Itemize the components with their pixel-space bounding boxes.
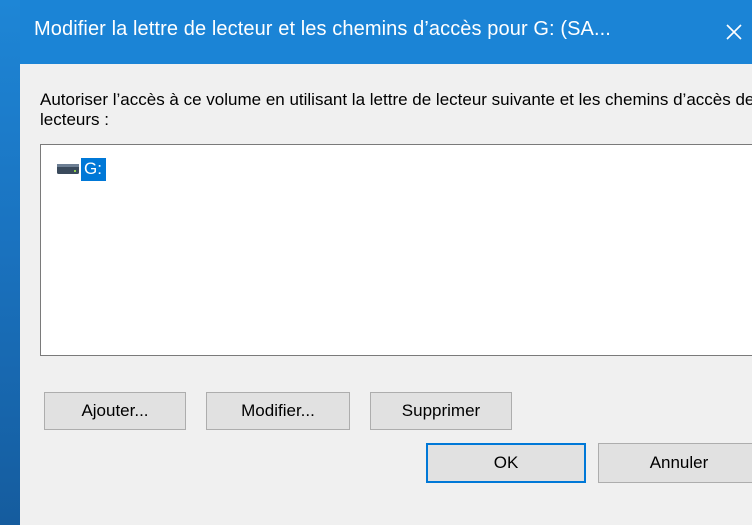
delete-button[interactable]: Supprimer [370, 392, 512, 430]
cancel-button[interactable]: Annuler [598, 443, 752, 483]
close-button[interactable] [714, 10, 752, 54]
description-text: Autoriser l’accès à ce volume en utilisa… [40, 90, 752, 129]
close-icon [726, 24, 742, 40]
list-item-label: G: [81, 157, 106, 181]
drive-icon [57, 164, 79, 174]
title-bar[interactable]: Modifier la lettre de lecteur et les che… [20, 0, 752, 64]
ok-button[interactable]: OK [426, 443, 586, 483]
window-title: Modifier la lettre de lecteur et les che… [34, 18, 611, 40]
drive-paths-listbox[interactable]: G: [40, 144, 752, 356]
modify-button[interactable]: Modifier... [206, 392, 350, 430]
drive-letter-dialog: Modifier la lettre de lecteur et les che… [20, 0, 752, 525]
add-button[interactable]: Ajouter... [44, 392, 186, 430]
list-item[interactable]: G: [57, 157, 106, 181]
